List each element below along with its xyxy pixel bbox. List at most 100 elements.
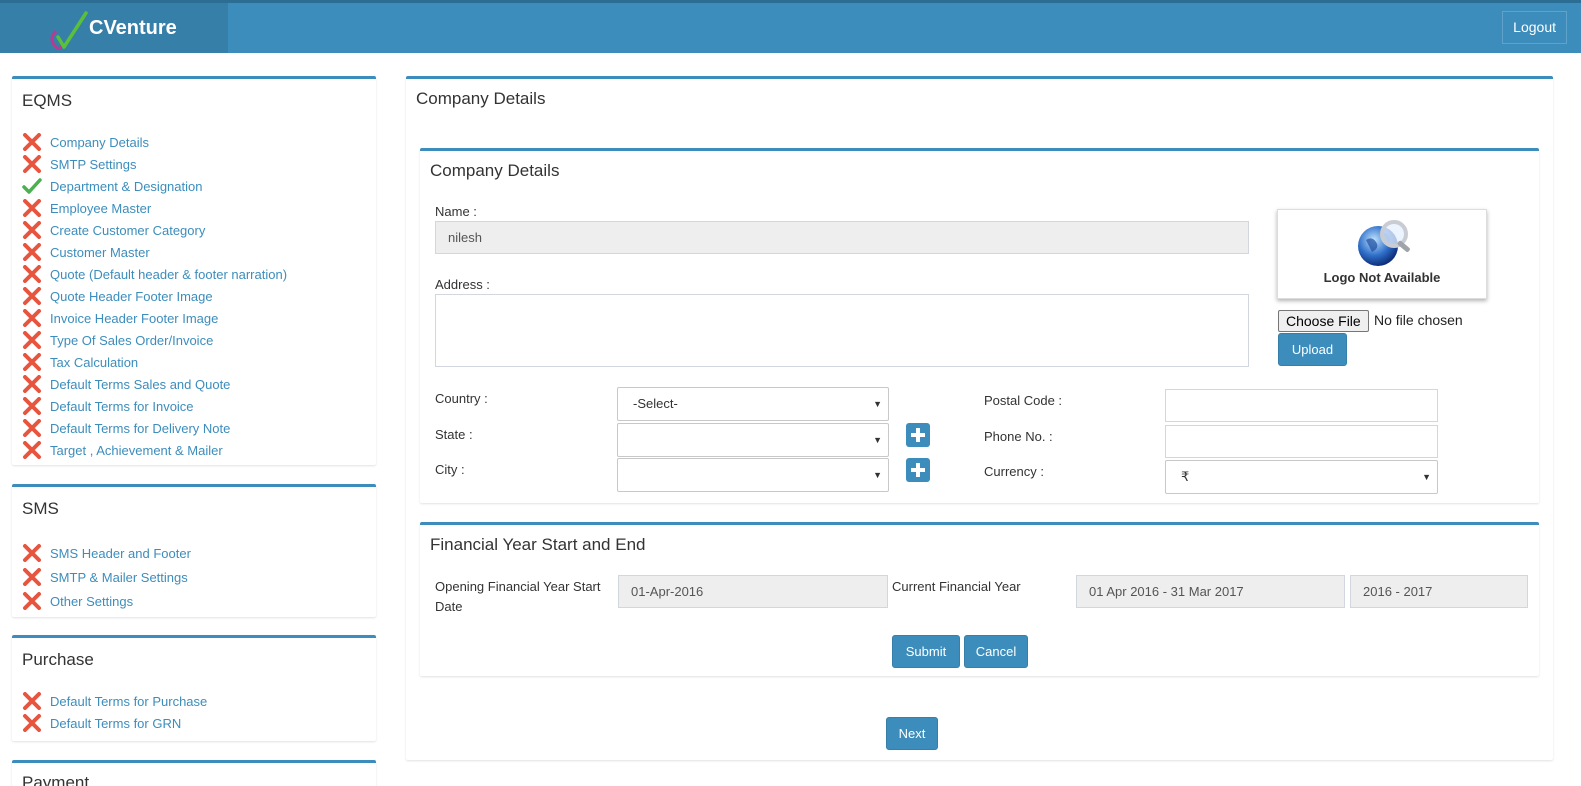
current-fy-range-field[interactable]: 01 Apr 2016 - 31 Mar 2017 (1076, 575, 1345, 608)
sidebar-menu-link[interactable]: Default Terms for Delivery Note (50, 421, 230, 436)
sidebar-menu-link[interactable]: Customer Master (50, 245, 150, 260)
current-fy-short-field[interactable]: 2016 - 2017 (1350, 575, 1528, 608)
brand-name: CVenture (89, 17, 177, 39)
cross-icon (22, 397, 42, 415)
add-state-icon[interactable] (906, 423, 930, 447)
cross-icon (22, 199, 42, 217)
cancel-button[interactable]: Cancel (964, 635, 1028, 668)
sidebar-menu-link[interactable]: Company Details (50, 135, 149, 150)
sidebar-menu-item[interactable]: SMS Header and Footer (22, 541, 191, 565)
country-select[interactable]: -Select- ▼ (617, 387, 889, 421)
sidebar-menu-item[interactable]: Quote Header Footer Image (22, 285, 287, 307)
sidebar-menu-item[interactable]: Company Details (22, 131, 287, 153)
sidebar-menu-link[interactable]: SMTP & Mailer Settings (50, 570, 188, 585)
sidebar-menu-item[interactable]: Create Customer Category (22, 219, 287, 241)
sidebar-menu-link[interactable]: Quote Header Footer Image (50, 289, 213, 304)
sidebar-menu-item[interactable]: Other Settings (22, 589, 191, 613)
cross-icon (22, 692, 42, 710)
cross-icon (22, 243, 42, 261)
phone-label: Phone No. : (984, 429, 1053, 444)
currency-label: Currency : (984, 464, 1044, 479)
sidebar-menu-item[interactable]: SMTP & Mailer Settings (22, 565, 191, 589)
address-label: Address : (435, 277, 490, 292)
upload-button[interactable]: Upload (1278, 333, 1347, 366)
sidebar-panel-eqms: EQMS Company Details SMTP Settings Departm… (12, 76, 376, 465)
add-city-icon[interactable] (906, 458, 930, 482)
address-field[interactable] (435, 294, 1249, 367)
sidebar-menu-link[interactable]: Default Terms for Invoice (50, 399, 194, 414)
sidebar-menu-link[interactable]: Default Terms Sales and Quote (50, 377, 230, 392)
sidebar-menu-link[interactable]: SMS Header and Footer (50, 546, 191, 561)
phone-field[interactable] (1165, 425, 1438, 458)
postal-code-field[interactable] (1165, 389, 1438, 422)
brand-logo[interactable]: CVenture (0, 3, 228, 53)
state-select[interactable]: ▼ (617, 423, 889, 457)
sidebar-menu-link[interactable]: Default Terms for Purchase (50, 694, 207, 709)
sidebar-menu-item[interactable]: Invoice Header Footer Image (22, 307, 287, 329)
sidebar-menu-item[interactable]: Default Terms Sales and Quote (22, 373, 287, 395)
page-title: Company Details (416, 89, 546, 108)
currency-select[interactable]: ₹ ▼ (1165, 460, 1438, 494)
sidebar-menu-item[interactable]: Quote (Default header & footer narration… (22, 263, 287, 285)
cross-icon (22, 353, 42, 371)
brand-check-icon (50, 11, 88, 51)
top-header: CVenture Logout (0, 0, 1581, 53)
opening-fy-label: Opening Financial Year Start Date (435, 579, 601, 614)
city-select[interactable]: ▼ (617, 458, 889, 492)
cross-icon (22, 419, 42, 437)
sidebar-menu-link[interactable]: Create Customer Category (50, 223, 205, 238)
submit-button[interactable]: Submit (892, 635, 960, 668)
sidebar-menu-item[interactable]: Type Of Sales Order/Invoice (22, 329, 287, 351)
sidebar-menu-link[interactable]: Type Of Sales Order/Invoice (50, 333, 213, 348)
state-label: State : (435, 427, 473, 442)
chevron-down-icon: ▼ (873, 470, 882, 480)
sidebar-menu-link[interactable]: Tax Calculation (50, 355, 138, 370)
sidebar-menu-item[interactable]: Default Terms for Invoice (22, 395, 287, 417)
sidebar-menu-link[interactable]: Employee Master (50, 201, 151, 216)
eqms-menu: Company Details SMTP Settings Department &… (22, 131, 287, 461)
city-label: City : (435, 462, 465, 477)
country-label: Country : (435, 391, 488, 406)
cross-icon (22, 592, 42, 610)
cross-icon (22, 568, 42, 586)
name-field[interactable]: nilesh (435, 221, 1249, 254)
sidebar-menu-link[interactable]: Quote (Default header & footer narration… (50, 267, 287, 282)
section-title-company: Company Details (430, 161, 560, 180)
cross-icon (22, 331, 42, 349)
sms-menu: SMS Header and Footer SMTP & Mailer Setti… (22, 541, 191, 613)
cross-icon (22, 375, 42, 393)
logout-button[interactable]: Logout (1502, 11, 1567, 44)
sidebar-menu-item[interactable]: SMTP Settings (22, 153, 287, 175)
sidebar-menu-item[interactable]: Department & Designation (22, 175, 287, 197)
cross-icon (22, 287, 42, 305)
sidebar-menu-link[interactable]: Other Settings (50, 594, 133, 609)
cross-icon (22, 544, 42, 562)
country-select-value: -Select- (633, 396, 678, 411)
sidebar-menu-link[interactable]: SMTP Settings (50, 157, 136, 172)
opening-fy-field[interactable]: 01-Apr-2016 (618, 575, 888, 608)
sidebar-menu-link[interactable]: Invoice Header Footer Image (50, 311, 218, 326)
sidebar-menu-link[interactable]: Department & Designation (50, 179, 202, 194)
sidebar-menu-item[interactable]: Default Terms for GRN (22, 712, 207, 734)
sidebar-menu-link[interactable]: Target , Achievement & Mailer (50, 443, 223, 458)
panel-title-payment: Payment (22, 773, 90, 786)
sidebar-menu-item[interactable]: Default Terms for Purchase (22, 690, 207, 712)
panel-title-sms: SMS (22, 499, 59, 518)
current-fy-label: Current Financial Year (892, 579, 1021, 594)
sidebar-menu-item[interactable]: Customer Master (22, 241, 287, 263)
sidebar-menu-item[interactable]: Default Terms for Delivery Note (22, 417, 287, 439)
no-file-chosen-text: No file chosen (1374, 312, 1463, 328)
cross-icon (22, 265, 42, 283)
choose-file-button[interactable]: Choose File (1278, 310, 1369, 332)
logo-not-available-text: Logo Not Available (1323, 270, 1441, 285)
cross-icon (22, 221, 42, 239)
cross-icon (22, 309, 42, 327)
sidebar-menu-item[interactable]: Employee Master (22, 197, 287, 219)
sidebar-menu-item[interactable]: Target , Achievement & Mailer (22, 439, 287, 461)
sidebar-menu-item[interactable]: Tax Calculation (22, 351, 287, 373)
sidebar-menu-link[interactable]: Default Terms for GRN (50, 716, 181, 731)
main-panel: Company Details Company Details Name : n… (406, 76, 1553, 760)
cross-icon (22, 133, 42, 151)
next-button[interactable]: Next (886, 717, 938, 750)
panel-title-purchase: Purchase (22, 650, 94, 669)
